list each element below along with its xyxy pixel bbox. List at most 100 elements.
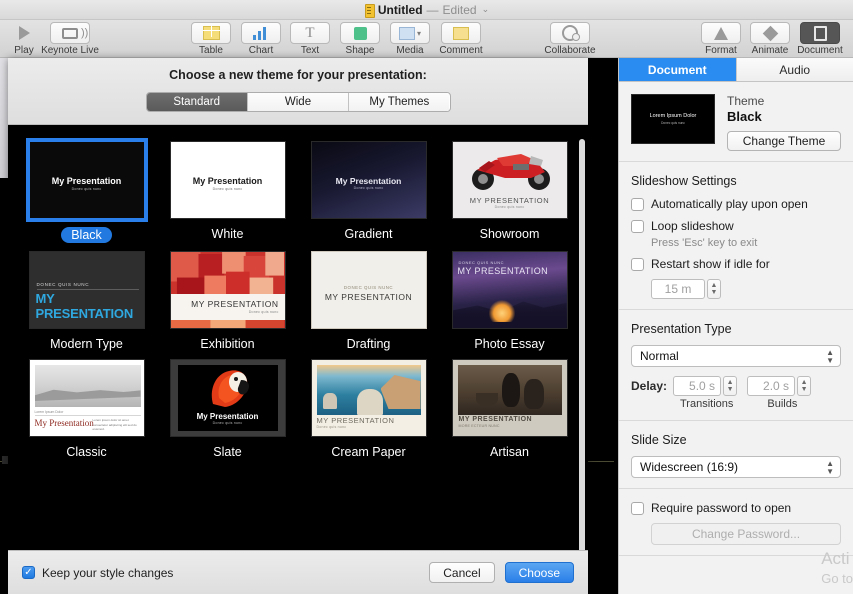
slide-size-value: Widescreen (16:9) (640, 460, 738, 474)
auto-play-row[interactable]: Automatically play upon open (631, 197, 841, 211)
theme-chooser-title: Choose a new theme for your presentation… (8, 68, 588, 82)
require-password-label: Require password to open (651, 501, 791, 515)
theme-item-photo-essay[interactable]: DONEC QUIS NUNC MY PRESENTATION Photo Es… (445, 251, 574, 351)
toolbar-label-collaborate: Collaborate (544, 45, 595, 56)
document-icon (800, 22, 840, 44)
auto-play-checkbox[interactable] (631, 198, 644, 211)
thumb-subtitle: MORE ECTEUR NUNC (459, 424, 500, 428)
builds-caption: Builds (767, 398, 797, 410)
theme-thumbnail-drafting[interactable]: DONEC QUIS NUNC MY PRESENTATION (311, 251, 427, 329)
segment-wide[interactable]: Wide (248, 93, 349, 111)
thumb-title: MY PRESENTATION (191, 299, 278, 309)
theme-label: Theme (727, 94, 841, 108)
inspector-presentation-type-section: Presentation Type Normal ▲▼ Delay: 5.0 s… (619, 310, 853, 421)
chevron-down-icon[interactable]: ⌄ (482, 4, 490, 15)
theme-thumbnail-gradient[interactable]: My Presentation Donec quis nunc (311, 141, 427, 219)
builds-stepper[interactable]: ▲▼ (797, 376, 811, 396)
current-theme-preview: Lorem Ipsum Dolor Donec quis nunc (631, 94, 715, 144)
tab-audio[interactable]: Audio (737, 58, 853, 81)
theme-item-modern-type[interactable]: DONEC QUIS NUNC MY PRESENTATION Modern T… (22, 251, 151, 351)
theme-thumbnail-showroom[interactable]: MY PRESENTATION Donec quis nunc (452, 141, 568, 219)
transitions-stepper[interactable]: ▲▼ (723, 376, 737, 396)
theme-row: Lorem Ipsum Dolor Donec quis nunc Theme … (631, 94, 841, 151)
toolbar-label-media: Media (396, 45, 423, 56)
thumb-subtitle: Donec quis nunc (171, 421, 285, 425)
loop-slideshow-row[interactable]: Loop slideshow (631, 219, 841, 233)
theme-item-black[interactable]: My Presentation Donec quis nunc Black (22, 141, 151, 243)
theme-name-photo-essay: Photo Essay (474, 337, 544, 351)
chevron-up-down-icon: ▲▼ (826, 460, 834, 476)
theme-thumbnail-classic[interactable]: Lorem Ipsum Dolor My Presentation Lorem … (29, 359, 145, 437)
theme-item-drafting[interactable]: DONEC QUIS NUNC MY PRESENTATION Drafting (304, 251, 433, 351)
thumb-caption: Lorem Ipsum Dolor (35, 410, 64, 414)
keep-style-changes-checkbox[interactable]: ✓ (22, 566, 35, 579)
require-password-checkbox[interactable] (631, 502, 644, 515)
play-icon (4, 22, 44, 44)
toolbar-button-comment[interactable]: Comment (431, 22, 491, 56)
theme-item-slate[interactable]: My Presentation Donec quis nunc Slate (163, 359, 292, 459)
restart-idle-stepper[interactable]: ▲▼ (707, 279, 721, 299)
choose-button[interactable]: Choose (505, 562, 574, 583)
theme-item-white[interactable]: My Presentation Donec quis nunc White (163, 141, 292, 243)
segment-standard[interactable]: Standard (147, 93, 248, 111)
diamond-icon (750, 22, 790, 44)
restart-idle-checkbox[interactable] (631, 258, 644, 271)
table-icon (191, 22, 231, 44)
watermark-line-2: Go to (821, 570, 853, 588)
thumb-subtitle: Donec quis nunc (30, 187, 144, 191)
theme-thumbnail-modern-type[interactable]: DONEC QUIS NUNC MY PRESENTATION (29, 251, 145, 329)
theme-name-exhibition: Exhibition (200, 337, 254, 351)
theme-chooser-footer: ✓ Keep your style changes Cancel Choose (8, 550, 588, 594)
slide-size-select[interactable]: Widescreen (16:9) ▲▼ (631, 456, 841, 478)
change-theme-button[interactable]: Change Theme (727, 131, 841, 151)
builds-input[interactable]: 2.0 s (747, 376, 795, 396)
theme-item-exhibition[interactable]: MY PRESENTATION Donec quis nunc Exhibiti… (163, 251, 292, 351)
thumb-paragraph: Lorem ipsum dolor sit amet consectetur a… (93, 418, 139, 432)
segment-my-themes[interactable]: My Themes (349, 93, 449, 111)
toolbar-label-animate: Animate (752, 45, 789, 56)
theme-thumbnail-black[interactable]: My Presentation Donec quis nunc (29, 141, 145, 219)
theme-thumbnail-photo-essay[interactable]: DONEC QUIS NUNC MY PRESENTATION (452, 251, 568, 329)
bar-chart-icon (241, 22, 281, 44)
presentation-type-title: Presentation Type (631, 322, 841, 336)
theme-name-modern-type: Modern Type (50, 337, 123, 351)
theme-item-showroom[interactable]: MY PRESENTATION Donec quis nunc Showroom (445, 141, 574, 243)
cancel-button[interactable]: Cancel (429, 562, 494, 583)
theme-thumbnail-slate[interactable]: My Presentation Donec quis nunc (170, 359, 286, 437)
toolbar-button-keynote-live[interactable]: Keynote Live (40, 22, 100, 56)
tab-document[interactable]: Document (619, 58, 737, 81)
toolbar-label-comment: Comment (439, 45, 482, 56)
theme-thumbnail-cream-paper[interactable]: MY PRESENTATION Donec quis nunc (311, 359, 427, 437)
thumb-title: MY PRESENTATION (317, 416, 395, 425)
pottery-photo (458, 365, 562, 415)
restart-idle-row[interactable]: Restart show if idle for (631, 257, 841, 271)
comment-icon (441, 22, 481, 44)
document-name: Untitled (378, 3, 423, 17)
theme-item-cream-paper[interactable]: MY PRESENTATION Donec quis nunc Cream Pa… (304, 359, 433, 459)
restart-idle-input[interactable]: 15 m (651, 279, 705, 299)
auto-play-label: Automatically play upon open (651, 197, 808, 211)
parrot-illustration (205, 364, 253, 408)
toolbar-button-collaborate[interactable]: Collaborate (540, 22, 600, 56)
theme-thumbnail-white[interactable]: My Presentation Donec quis nunc (170, 141, 286, 219)
document-title-group[interactable]: Untitled — Edited ⌄ (364, 3, 489, 17)
theme-value: Black (727, 109, 841, 124)
presentation-type-select[interactable]: Normal ▲▼ (631, 345, 841, 367)
require-password-row[interactable]: Require password to open (631, 501, 841, 515)
transitions-input[interactable]: 5.0 s (673, 376, 721, 396)
theme-category-segmented-control[interactable]: Standard Wide My Themes (146, 92, 451, 112)
theme-item-classic[interactable]: Lorem Ipsum Dolor My Presentation Lorem … (22, 359, 151, 459)
transitions-caption: Transitions (680, 398, 733, 410)
toolbar-label-format: Format (705, 45, 737, 56)
theme-grid-scrollbar[interactable] (579, 139, 585, 550)
theme-item-gradient[interactable]: My Presentation Donec quis nunc Gradient (304, 141, 433, 243)
toolbar-button-document[interactable]: Document (790, 22, 850, 56)
theme-thumbnail-exhibition[interactable]: MY PRESENTATION Donec quis nunc (170, 251, 286, 329)
delay-row: Delay: 5.0 s ▲▼ 2.0 s ▲▼ (631, 376, 841, 396)
theme-item-artisan[interactable]: MY PRESENTATION MORE ECTEUR NUNC Artisan (445, 359, 574, 459)
theme-name-artisan: Artisan (490, 445, 529, 459)
theme-name-drafting: Drafting (347, 337, 391, 351)
theme-thumbnail-artisan[interactable]: MY PRESENTATION MORE ECTEUR NUNC (452, 359, 568, 437)
title-separator: — (427, 3, 439, 17)
loop-slideshow-checkbox[interactable] (631, 220, 644, 233)
